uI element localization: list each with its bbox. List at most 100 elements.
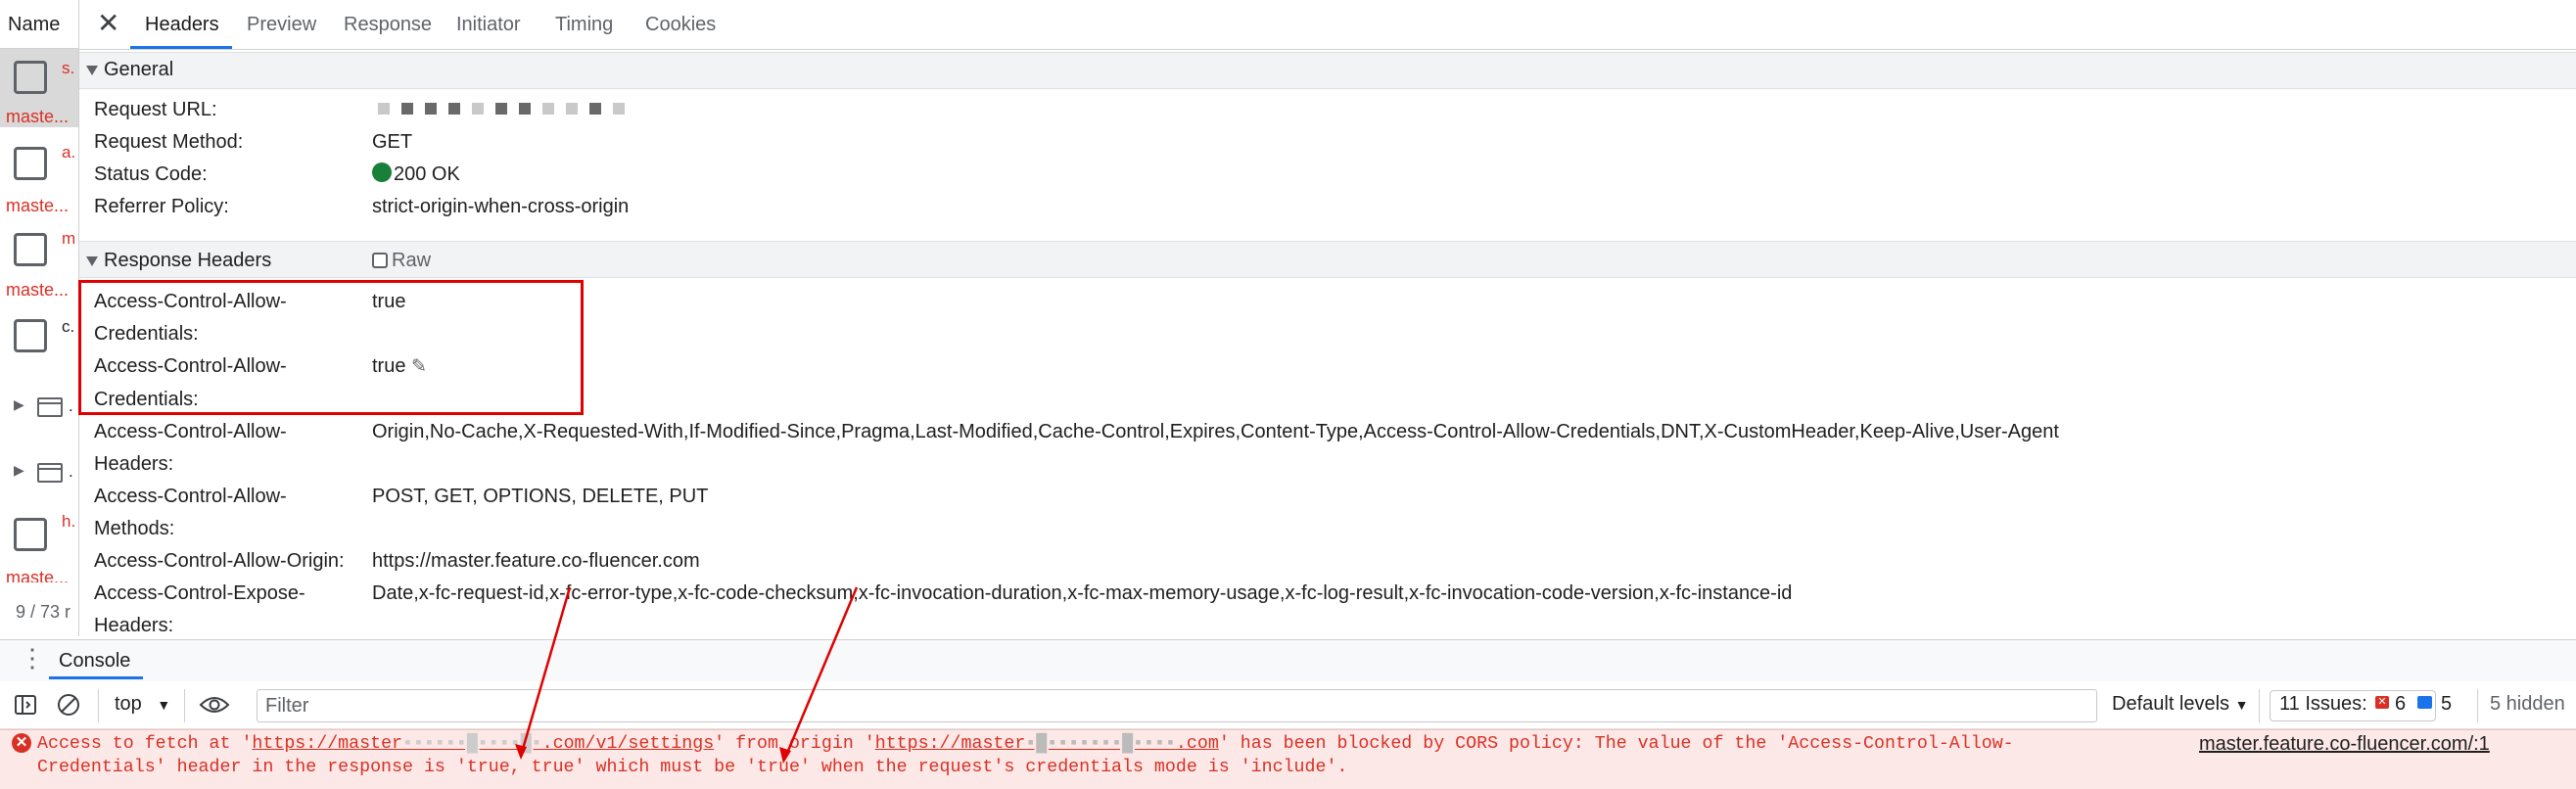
tab-initiator[interactable]: Initiator (456, 14, 521, 36)
sidebar-toggle-icon[interactable] (14, 693, 37, 717)
request-name: c. (62, 317, 75, 336)
request-row[interactable]: a. maste... (0, 135, 78, 213)
request-row[interactable]: ▶ . (0, 377, 78, 436)
header-key: Access-Control-Expose- (94, 582, 305, 604)
request-name: . (69, 396, 73, 415)
tab-timing[interactable]: Timing (555, 14, 613, 36)
header-value: Origin,No-Cache,X-Requested-With,If-Modi… (372, 421, 2059, 442)
live-expression-eye-icon[interactable] (199, 694, 230, 716)
request-row[interactable]: ▶ . (0, 442, 78, 501)
message-badge-icon (2417, 696, 2432, 709)
console-filter-input[interactable] (257, 689, 2097, 722)
request-initiator: maste... (6, 280, 70, 300)
redacted-mark (542, 103, 554, 115)
log-levels-dropdown[interactable]: Default levels ▼ (2112, 693, 2248, 716)
header-value: GET (372, 131, 413, 153)
raw-toggle[interactable]: Raw (372, 250, 431, 272)
request-row[interactable]: s. maste... (0, 49, 78, 127)
fetch-icon (14, 518, 47, 551)
request-row[interactable]: c. (0, 307, 78, 386)
header-key: Referrer Policy: (94, 196, 229, 217)
more-tools-kebab-icon[interactable]: ⋮ (20, 645, 45, 671)
expand-triangle-icon[interactable]: ▶ (14, 462, 24, 479)
redacted-mark (425, 103, 437, 115)
toolbar-divider (2477, 689, 2478, 722)
fetch-icon (14, 233, 47, 266)
drawer-tabbar (0, 639, 2576, 682)
request-name: s. (62, 59, 75, 77)
redacted-mark (519, 103, 531, 115)
header-value: POST, GET, OPTIONS, DELETE, PUT (372, 486, 709, 507)
hidden-count: 5 hidden (2490, 693, 2565, 715)
header-key: Status Code: (94, 163, 208, 185)
link-text: .com (1175, 734, 1219, 754)
tab-headers[interactable]: Headers (145, 14, 219, 36)
request-url-value (372, 98, 631, 120)
request-count: 9 / 73 r (16, 602, 71, 622)
redacted-mark (378, 103, 390, 115)
tab-response[interactable]: Response (344, 14, 432, 36)
request-row[interactable]: h. maste... (0, 504, 78, 582)
name-column-header[interactable]: Name (0, 0, 78, 49)
collapse-triangle-icon (86, 255, 98, 266)
issues-label: 11 Issues: (2279, 693, 2367, 715)
fetch-icon (14, 61, 47, 94)
request-row[interactable]: m maste... (0, 221, 78, 300)
context-selector[interactable]: top ▼ (115, 693, 170, 716)
issues-message-count: 5 (2441, 693, 2453, 715)
error-source-link[interactable]: master.feature.co-fluencer.com/:1 (2199, 733, 2490, 756)
redacted-mark (472, 103, 484, 115)
toolbar-divider (184, 689, 185, 722)
request-initiator: maste... (6, 568, 70, 582)
error-text: Access to fetch at ' (37, 734, 253, 754)
link-text: .com/v1/settings (541, 734, 715, 754)
dropdown-arrow-icon: ▼ (157, 697, 171, 713)
request-initiator: maste... (6, 196, 70, 213)
detail-tabbar (79, 0, 2576, 50)
fetch-icon (14, 147, 47, 180)
document-icon (37, 463, 63, 483)
header-value: https://master.feature.co-fluencer.com (372, 550, 700, 572)
redacted-text: ▪█▪▪▪▪▪▪▪█▪▪▪▪ (1025, 734, 1176, 754)
error-text: ' from origin ' (714, 734, 875, 754)
status-code-value: 200 OK (372, 162, 460, 186)
close-icon[interactable]: ✕ (97, 10, 119, 37)
header-key-cont: Methods: (94, 518, 175, 539)
link-text: https://master (252, 734, 403, 754)
general-section-title[interactable]: General (86, 59, 173, 81)
redacted-mark (448, 103, 460, 115)
tab-console[interactable]: Console (59, 650, 130, 673)
error-text-line-2: Credentials' header in the response is '… (37, 758, 1348, 777)
status-ok-icon (372, 162, 392, 182)
expand-triangle-icon[interactable]: ▶ (14, 396, 24, 413)
dropdown-arrow-icon: ▼ (2234, 697, 2249, 713)
error-badge-icon: ✕ (2375, 696, 2389, 709)
header-value: Date,x-fc-request-id,x-fc-error-type,x-f… (372, 582, 1793, 604)
header-key: Access-Control-Allow- (94, 421, 287, 442)
response-headers-title-text: Response Headers (104, 250, 272, 271)
toolbar-divider (98, 689, 99, 722)
header-key: Access-Control-Allow- (94, 486, 287, 507)
raw-checkbox[interactable] (372, 253, 388, 268)
clear-console-icon[interactable] (56, 692, 81, 718)
header-key: Request Method: (94, 131, 244, 153)
request-list: Name s. maste... a. maste... m maste... … (0, 0, 79, 636)
response-headers-section-title[interactable]: Response Headers (86, 250, 271, 272)
link-text: https://master (874, 734, 1026, 754)
tab-preview[interactable]: Preview (247, 14, 316, 36)
header-key: Request URL: (94, 99, 217, 120)
document-icon (37, 397, 63, 417)
redacted-mark (613, 103, 625, 115)
response-headers-section-header[interactable] (79, 241, 2576, 278)
active-tab-indicator (130, 46, 232, 49)
tab-cookies[interactable]: Cookies (645, 14, 716, 36)
general-section-header[interactable] (79, 52, 2576, 89)
status-code-text: 200 OK (394, 163, 460, 185)
active-tab-indicator (49, 676, 143, 679)
request-name: h. (62, 512, 76, 531)
issues-error-count: 6 (2395, 693, 2407, 715)
redacted-mark (495, 103, 507, 115)
request-link[interactable]: https://master▪▪▪▪▪▪█▪▪▪▪█▪.com/v1/setti… (252, 734, 714, 754)
redacted-mark (589, 103, 601, 115)
origin-link[interactable]: https://master▪█▪▪▪▪▪▪▪█▪▪▪▪.com (875, 734, 1219, 754)
